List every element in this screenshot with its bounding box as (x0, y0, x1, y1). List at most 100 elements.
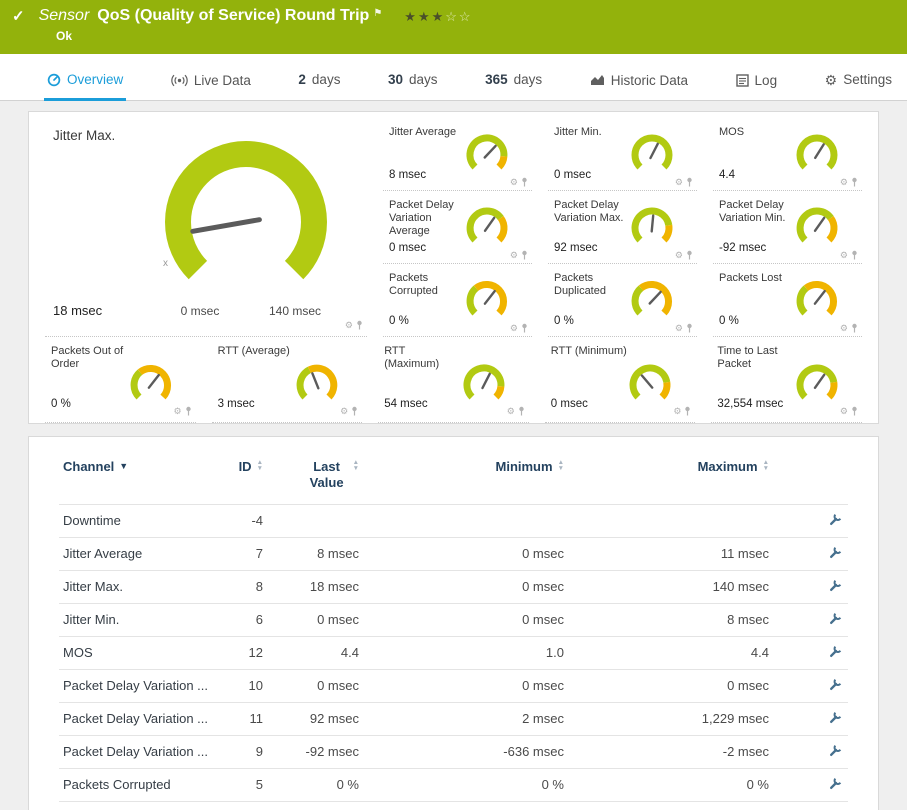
table-row-packet-delay-variation-10[interactable]: Packet Delay Variation ...100 msec0 msec… (59, 669, 848, 702)
gear-icon[interactable]: ⚙ (840, 251, 848, 260)
channel-name[interactable]: Downtime (59, 504, 229, 537)
gauge-jitter-max-primary[interactable]: Jitter Max. x 18 msec 0 msec 140 msec ⚙ (45, 118, 367, 337)
star-filled-icon[interactable]: ★ (404, 9, 418, 24)
tab-2-days[interactable]: 2days (295, 72, 343, 101)
channel-settings-icon[interactable] (829, 645, 842, 658)
channel-name[interactable]: MOS (59, 636, 229, 669)
pin-icon[interactable] (521, 177, 528, 187)
tab-overview[interactable]: Overview (44, 73, 126, 101)
tab-settings[interactable]: ⚙Settings (822, 73, 895, 101)
column-header-maximum[interactable]: Maximum▲▼ (594, 455, 799, 504)
pin-icon[interactable] (851, 177, 858, 187)
gear-icon[interactable]: ⚙ (840, 407, 848, 416)
gauge-jitter-min[interactable]: Jitter Min.0 msec⚙ (548, 118, 697, 191)
channel-settings-icon[interactable] (829, 711, 842, 724)
gauge-packets-out-of-order[interactable]: Packets Out of Order0 %⚙ (45, 337, 196, 423)
gear-icon[interactable]: ⚙ (174, 407, 182, 416)
pin-icon[interactable] (686, 323, 693, 333)
pin-icon[interactable] (521, 323, 528, 333)
pin-icon[interactable] (521, 250, 528, 260)
table-row-jitter-average-7[interactable]: Jitter Average78 msec0 msec11 msec (59, 537, 848, 570)
gear-icon[interactable]: ⚙ (675, 324, 683, 333)
star-empty-icon[interactable]: ☆ (459, 9, 473, 24)
gauge-time-to-last-packet[interactable]: Time to Last Packet32,554 msec⚙ (711, 337, 862, 423)
gear-icon[interactable]: ⚙ (673, 407, 681, 416)
table-row-packet-delay-variation-11[interactable]: Packet Delay Variation ...1192 msec2 mse… (59, 702, 848, 735)
channel-name[interactable]: Packet Delay Variation ... (59, 735, 229, 768)
pin-icon[interactable] (851, 323, 858, 333)
gear-icon[interactable]: ⚙ (840, 178, 848, 187)
channel-name[interactable]: Packets Corrupted (59, 768, 229, 801)
table-row-packet-delay-variation-9[interactable]: Packet Delay Variation ...9-92 msec-636 … (59, 735, 848, 768)
star-filled-icon[interactable]: ★ (432, 9, 446, 24)
channel-settings-icon[interactable] (829, 744, 842, 757)
gear-icon[interactable]: ⚙ (510, 324, 518, 333)
gear-icon[interactable]: ⚙ (345, 321, 353, 330)
channel-name[interactable]: Jitter Average (59, 537, 229, 570)
channel-settings-icon[interactable] (829, 777, 842, 790)
pin-icon[interactable] (686, 250, 693, 260)
table-row-jitter-max-8[interactable]: Jitter Max.818 msec0 msec140 msec (59, 570, 848, 603)
gear-icon[interactable]: ⚙ (675, 251, 683, 260)
channel-name[interactable]: Packets Duplicated (59, 801, 229, 810)
column-header-id[interactable]: ID▲▼ (229, 455, 279, 504)
sort-icon[interactable]: ▼ (119, 461, 128, 471)
gear-icon[interactable]: ⚙ (510, 178, 518, 187)
column-header-channel[interactable]: Channel▼ (59, 455, 229, 504)
gauge-packet-delay-variation-max[interactable]: Packet Delay Variation Max.92 msec⚙ (548, 191, 697, 264)
tab-30-days[interactable]: 30days (385, 72, 441, 101)
gauge-packet-delay-variation-min[interactable]: Packet Delay Variation Min.-92 msec⚙ (713, 191, 862, 264)
pin-icon[interactable] (518, 406, 525, 416)
channel-name[interactable]: Packet Delay Variation ... (59, 702, 229, 735)
pin-icon[interactable] (356, 320, 363, 330)
tab-365-days[interactable]: 365days (482, 72, 545, 101)
table-row-jitter-min-6[interactable]: Jitter Min.60 msec0 msec8 msec (59, 603, 848, 636)
gauge-packets-lost[interactable]: Packets Lost0 %⚙ (713, 264, 862, 337)
pin-icon[interactable] (686, 177, 693, 187)
gauge-jitter-average[interactable]: Jitter Average8 msec⚙ (383, 118, 532, 191)
sort-icon[interactable]: ▲▼ (257, 460, 263, 471)
gear-icon[interactable]: ⚙ (507, 407, 515, 416)
channel-settings-icon[interactable] (829, 612, 842, 625)
table-row-packets-corrupted-5[interactable]: Packets Corrupted50 %0 %0 % (59, 768, 848, 801)
channel-settings-icon[interactable] (829, 678, 842, 691)
channel-name[interactable]: Jitter Max. (59, 570, 229, 603)
gauge-packets-corrupted[interactable]: Packets Corrupted0 %⚙ (383, 264, 532, 337)
gauge-rtt-maximum[interactable]: RTT (Maximum)54 msec⚙ (378, 337, 529, 423)
gauge-widget-icons: ⚙ (840, 406, 858, 416)
pin-icon[interactable] (684, 406, 691, 416)
channel-settings-icon[interactable] (829, 579, 842, 592)
tab-log[interactable]: Log (733, 74, 781, 102)
pin-icon[interactable] (851, 250, 858, 260)
tab-historic-data[interactable]: Historic Data (587, 74, 691, 102)
table-row-downtime--4[interactable]: Downtime-4 (59, 504, 848, 537)
table-row-packets-duplicated-4[interactable]: Packets Duplicated40 %0 %0 % (59, 801, 848, 810)
sort-icon[interactable]: ▲▼ (353, 460, 359, 471)
table-row-mos-12[interactable]: MOS124.41.04.4 (59, 636, 848, 669)
channel-settings-icon[interactable] (829, 546, 842, 559)
star-filled-icon[interactable]: ★ (418, 9, 432, 24)
gauge-mos[interactable]: MOS4.4⚙ (713, 118, 862, 191)
column-header-last-value[interactable]: Last Value▲▼ (279, 455, 389, 504)
gauge-rtt-average[interactable]: RTT (Average)3 msec⚙ (212, 337, 363, 423)
gear-icon[interactable]: ⚙ (675, 178, 683, 187)
channel-name[interactable]: Jitter Min. (59, 603, 229, 636)
gear-icon[interactable]: ⚙ (510, 251, 518, 260)
gear-icon[interactable]: ⚙ (840, 324, 848, 333)
star-empty-icon[interactable]: ☆ (445, 9, 459, 24)
column-header-minimum[interactable]: Minimum▲▼ (389, 455, 594, 504)
pin-icon[interactable] (351, 406, 358, 416)
gauge-rtt-minimum[interactable]: RTT (Minimum)0 msec⚙ (545, 337, 696, 423)
gear-icon[interactable]: ⚙ (340, 407, 348, 416)
gauge-packets-duplicated[interactable]: Packets Duplicated0 %⚙ (548, 264, 697, 337)
channel-name[interactable]: Packet Delay Variation ... (59, 669, 229, 702)
sort-icon[interactable]: ▲▼ (763, 460, 769, 471)
gauge-packet-delay-variation-average[interactable]: Packet Delay Variation Average0 msec⚙ (383, 191, 532, 264)
flag-icon[interactable]: ⚑ (373, 8, 382, 19)
tab-live-data[interactable]: Live Data (168, 74, 254, 102)
channel-settings-icon[interactable] (829, 513, 842, 526)
sort-icon[interactable]: ▲▼ (558, 460, 564, 471)
gear-icon: ⚙ (825, 73, 838, 87)
pin-icon[interactable] (185, 406, 192, 416)
pin-icon[interactable] (851, 406, 858, 416)
